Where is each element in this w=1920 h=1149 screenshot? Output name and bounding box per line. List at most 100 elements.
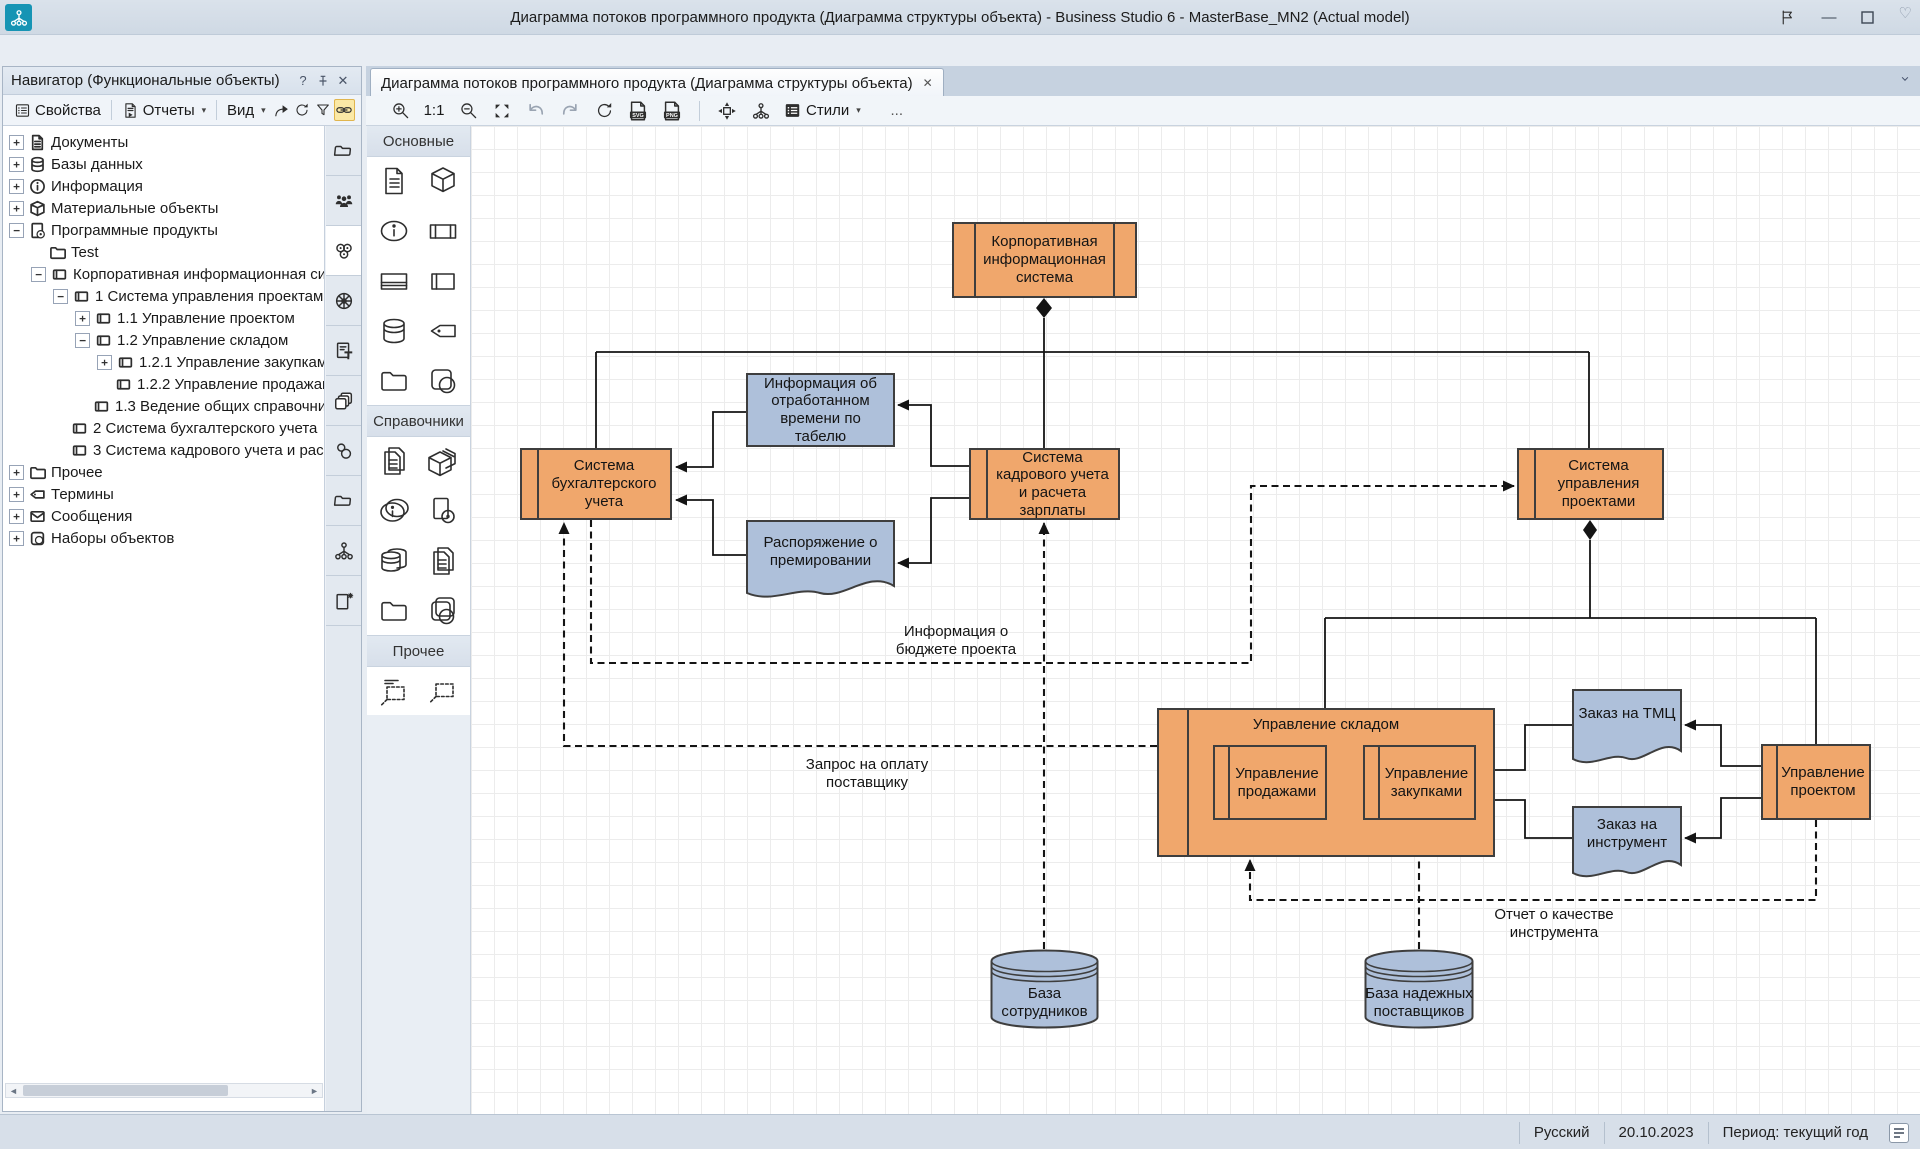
shape-information-icon[interactable] [376,213,412,249]
tree-item-project-mgmt-system[interactable]: 1 Система управления проектами [3,285,324,307]
tab-diagram[interactable]: Диаграмма потоков программного продукта … [370,68,944,97]
tree-item-messages[interactable]: Сообщения [3,505,324,527]
category-hierarchy-icon[interactable] [326,526,361,576]
expander-icon[interactable] [97,355,112,370]
category-subjects-icon[interactable] [326,176,361,226]
tree-item-terms[interactable]: Термины [3,483,324,505]
external-ref-icon[interactable] [425,673,461,709]
tree-item-object-sets[interactable]: Наборы объектов [3,527,324,549]
window-maximize-button[interactable] [1852,6,1882,28]
link-mode-icon[interactable] [334,99,355,121]
node-accounting-system[interactable]: Система бухгалтерского учета [520,448,672,520]
flow-label-payment[interactable]: Запрос на оплату поставщику [767,756,967,792]
ref-documents-icon[interactable] [376,443,412,479]
window-flag-button[interactable] [1772,6,1802,28]
tree-item-documents[interactable]: Документы [3,131,324,153]
ref-material-objects-icon[interactable] [425,443,461,479]
shape-subsystem-rows-icon[interactable] [376,263,412,299]
flow-label-budget[interactable]: Информация о бюджете проекта [883,623,1029,659]
node-hr-system[interactable]: Система кадрового учета и расчета зарпла… [969,448,1120,520]
tree-item-test[interactable]: Test [3,241,324,263]
shape-object-set-icon[interactable] [425,363,461,399]
expander-icon[interactable] [9,201,24,216]
tree-item-material-objects[interactable]: Материальные объекты [3,197,324,219]
tree-item-databases[interactable]: Базы данных [3,153,324,175]
shape-term-icon[interactable] [425,313,461,349]
scrollbar-thumb[interactable] [23,1085,228,1096]
status-date[interactable]: 20.10.2023 [1604,1122,1708,1144]
expander-icon[interactable] [9,465,24,480]
expander-icon[interactable] [75,311,90,326]
status-log-icon[interactable] [1886,1120,1912,1146]
node-bonus-order[interactable]: Распоряжение о премировании [746,520,895,606]
tree-item-information[interactable]: Информация [3,175,324,197]
category-folder2-icon[interactable] [326,476,361,526]
navigator-pin-button[interactable] [313,71,333,91]
node-timesheet-info[interactable]: Информация об отработанном времени по та… [746,373,895,447]
expander-icon[interactable] [75,333,90,348]
expander-icon[interactable] [31,267,46,282]
tree-item-reference-books[interactable]: 1.3 Ведение общих справочников [3,395,324,417]
hierarchy-icon[interactable] [749,99,773,123]
ref-object-sets-icon[interactable] [425,593,461,629]
expander-icon[interactable] [9,157,24,172]
styles-button[interactable]: Стили [783,99,861,123]
tree-item-corporate-system[interactable]: Корпоративная информационная система [3,263,324,285]
favorites-icon[interactable]: ♡ [1899,4,1912,22]
node-order-tools[interactable]: Заказ на инструмент [1572,806,1682,886]
shape-subsystem-leftbar-icon[interactable] [425,263,461,299]
shape-database-icon[interactable] [376,313,412,349]
tree-item-warehouse[interactable]: 1.2 Управление складом [3,329,324,351]
tab-close-icon[interactable]: ✕ [923,76,933,90]
category-functional-objects-icon[interactable] [326,226,361,276]
palette-section-main[interactable]: Основные [367,126,470,157]
undo-icon[interactable] [524,99,548,123]
ref-databases-icon[interactable] [376,543,412,579]
quick-access-dropdown[interactable] [104,8,126,26]
tree-item-accounting-system[interactable]: 2 Система бухгалтерского учета [3,417,324,439]
scroll-right-icon[interactable]: ► [307,1084,322,1097]
palette-section-references[interactable]: Справочники [367,405,470,437]
palette-section-other[interactable]: Прочее [367,635,470,667]
node-sales[interactable]: Управление продажами [1213,745,1327,820]
category-controls-icon[interactable] [326,276,361,326]
ref-folder-icon[interactable] [376,593,412,629]
status-period[interactable]: Период: текущий год [1708,1122,1882,1144]
tree-item-software-products[interactable]: Программные продукты [3,219,324,241]
node-corporate-system[interactable]: Корпоративная информационная система [952,222,1137,298]
navigator-help-button[interactable]: ? [293,71,313,91]
refresh-diagram-icon[interactable] [592,99,616,123]
status-language[interactable]: Русский [1519,1122,1604,1144]
category-new-page-icon[interactable] [326,576,361,626]
category-folder-icon[interactable] [326,126,361,176]
node-purchasing[interactable]: Управление закупками [1363,745,1476,820]
reports-button[interactable]: Отчеты [117,100,211,121]
expander-icon[interactable] [9,179,24,194]
ref-software-product-icon[interactable] [425,493,461,529]
export-png-icon[interactable]: PNG [660,99,684,123]
filter-icon[interactable] [313,99,334,121]
node-project-control[interactable]: Управление проектом [1761,744,1871,820]
tree-item-hr-system[interactable]: 3 Система кадрового учета и расчета зарп… [3,439,324,461]
zoom-in-icon[interactable] [388,99,412,123]
scroll-left-icon[interactable]: ◄ [6,1084,21,1097]
expander-icon[interactable] [9,509,24,524]
view-button[interactable]: Вид [222,100,271,121]
window-minimize-button[interactable]: — [1814,6,1844,28]
properties-button[interactable]: Свойства [9,100,106,121]
expander-icon[interactable] [9,135,24,150]
redo-icon[interactable] [558,99,582,123]
shape-document-icon[interactable] [376,163,412,199]
category-documents-icon[interactable] [326,326,361,376]
export-svg-icon[interactable]: SVG [626,99,650,123]
node-db-employees[interactable]: База сотрудников [990,949,1099,1029]
flow-label-quality[interactable]: Отчет о качестве инструмента [1479,906,1629,942]
node-order-tmc[interactable]: Заказ на ТМЦ [1572,689,1682,772]
node-project-mgmt-system[interactable]: Система управления проектами [1517,448,1664,520]
expander-icon[interactable] [53,289,68,304]
zoom-out-icon[interactable] [456,99,480,123]
zoom-actual-button[interactable]: 1:1 [422,99,446,123]
shape-material-object-icon[interactable] [425,163,461,199]
expander-icon[interactable] [9,223,24,238]
tree-item-project-control[interactable]: 1.1 Управление проектом [3,307,324,329]
